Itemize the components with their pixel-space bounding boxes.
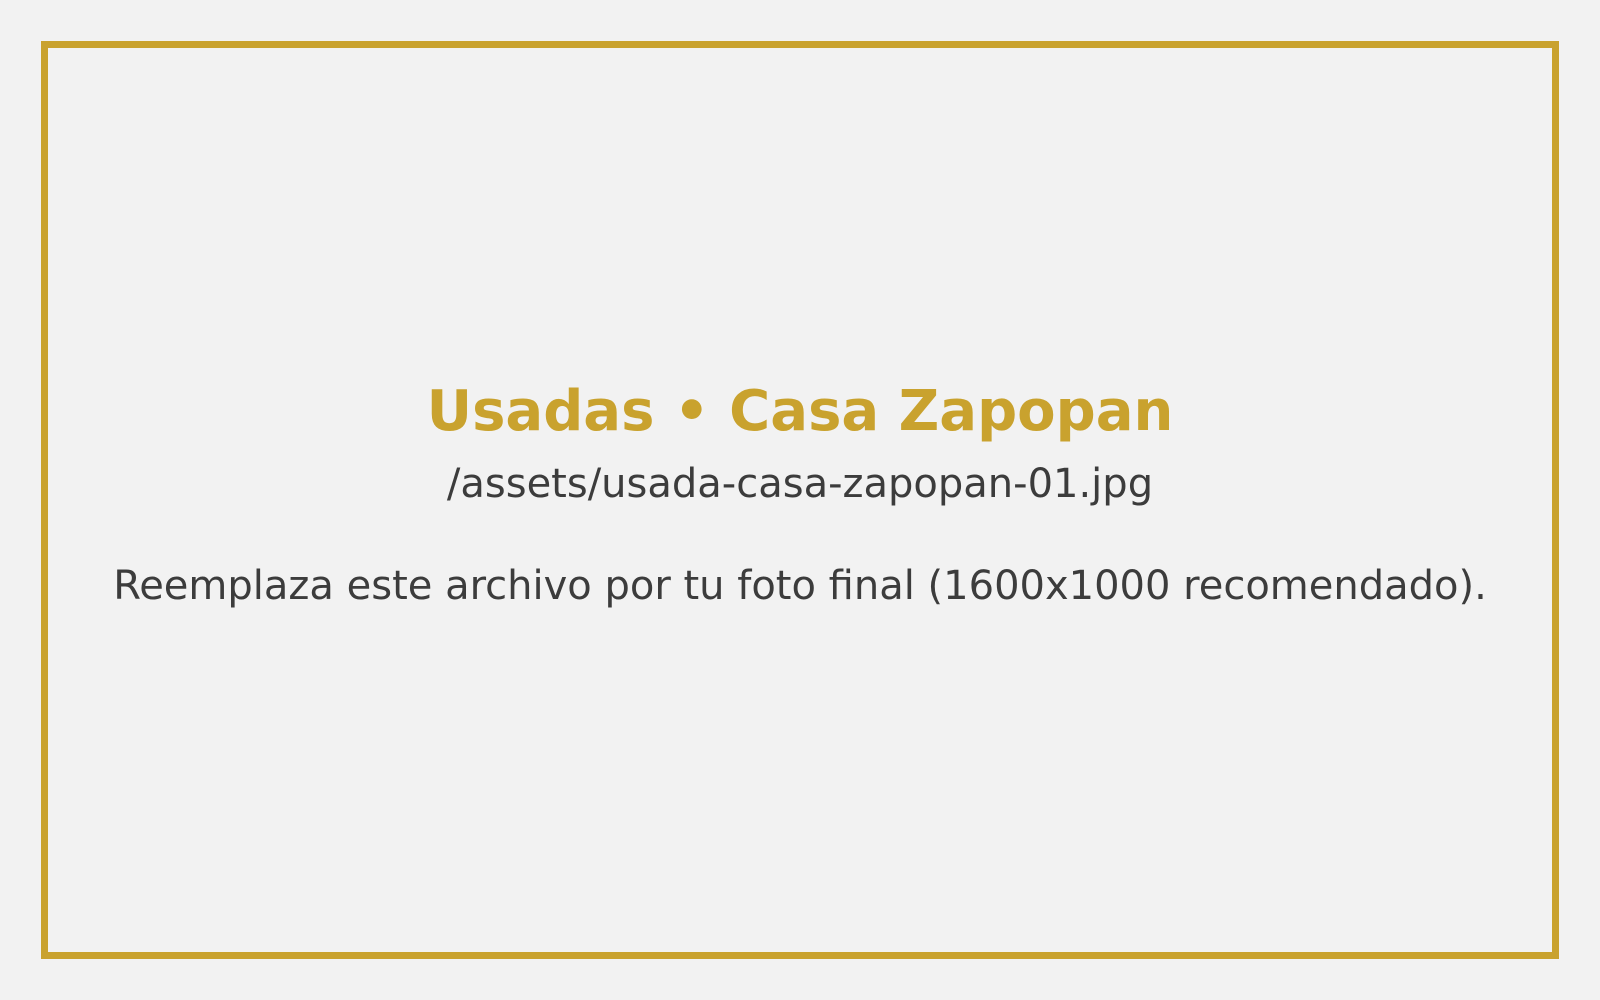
placeholder-note: Reemplaza este archivo por tu foto final… — [113, 563, 1487, 609]
placeholder-title: Usadas • Casa Zapopan — [426, 379, 1174, 444]
placeholder-file-path: /assets/usada-casa-zapopan-01.jpg — [446, 461, 1154, 507]
